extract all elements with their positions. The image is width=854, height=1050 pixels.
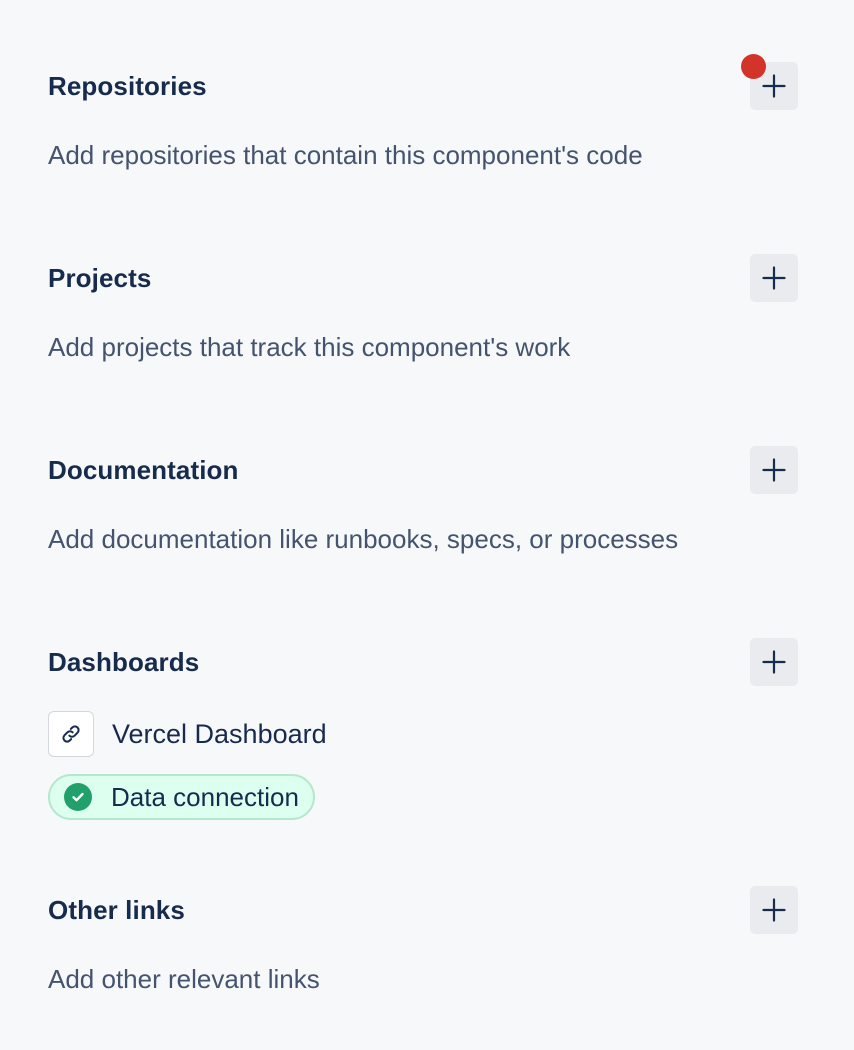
- repositories-section: Repositories Add repositories that conta…: [48, 54, 798, 170]
- other-links-description: Add other relevant links: [48, 964, 320, 994]
- dashboard-link-label[interactable]: Vercel Dashboard: [112, 719, 327, 749]
- other-links-section: Other links Add other relevant links: [48, 886, 798, 994]
- component-links-panel: Repositories Add repositories that conta…: [0, 0, 854, 1050]
- dashboards-header: Dashboards: [48, 638, 798, 686]
- projects-description: Add projects that track this component's…: [48, 332, 571, 362]
- repositories-title: Repositories: [48, 71, 207, 101]
- dashboards-section: Dashboards Vercel Dashboard Data connect…: [48, 638, 798, 838]
- plus-icon: [762, 266, 786, 290]
- projects-section: Projects Add projects that track this co…: [48, 254, 798, 362]
- plus-icon: [762, 898, 786, 922]
- documentation-title: Documentation: [48, 455, 239, 485]
- dashboards-title: Dashboards: [48, 647, 200, 677]
- repositories-description: Add repositories that contain this compo…: [48, 140, 643, 170]
- plus-icon: [762, 74, 786, 98]
- other-links-header: Other links: [48, 886, 798, 934]
- link-icon: [48, 711, 94, 757]
- check-circle-icon: [64, 783, 92, 811]
- add-dashboard-button[interactable]: [750, 638, 798, 686]
- data-connection-label: Data connection: [111, 782, 299, 812]
- projects-header: Projects: [48, 254, 798, 302]
- add-documentation-button[interactable]: [750, 446, 798, 494]
- add-other-link-button[interactable]: [750, 886, 798, 934]
- add-repository-button[interactable]: [741, 54, 798, 110]
- documentation-header: Documentation: [48, 446, 798, 494]
- plus-icon: [762, 458, 786, 482]
- add-project-button[interactable]: [750, 254, 798, 302]
- data-connection-badge: Data connection: [48, 774, 315, 820]
- dashboard-link-item[interactable]: Vercel Dashboard: [48, 710, 327, 758]
- projects-title: Projects: [48, 263, 152, 293]
- other-links-title: Other links: [48, 895, 185, 925]
- documentation-section: Documentation Add documentation like run…: [48, 446, 798, 554]
- plus-icon: [762, 650, 786, 674]
- documentation-description: Add documentation like runbooks, specs, …: [48, 524, 679, 554]
- notification-dot: [741, 54, 766, 79]
- repositories-header: Repositories: [48, 54, 798, 110]
